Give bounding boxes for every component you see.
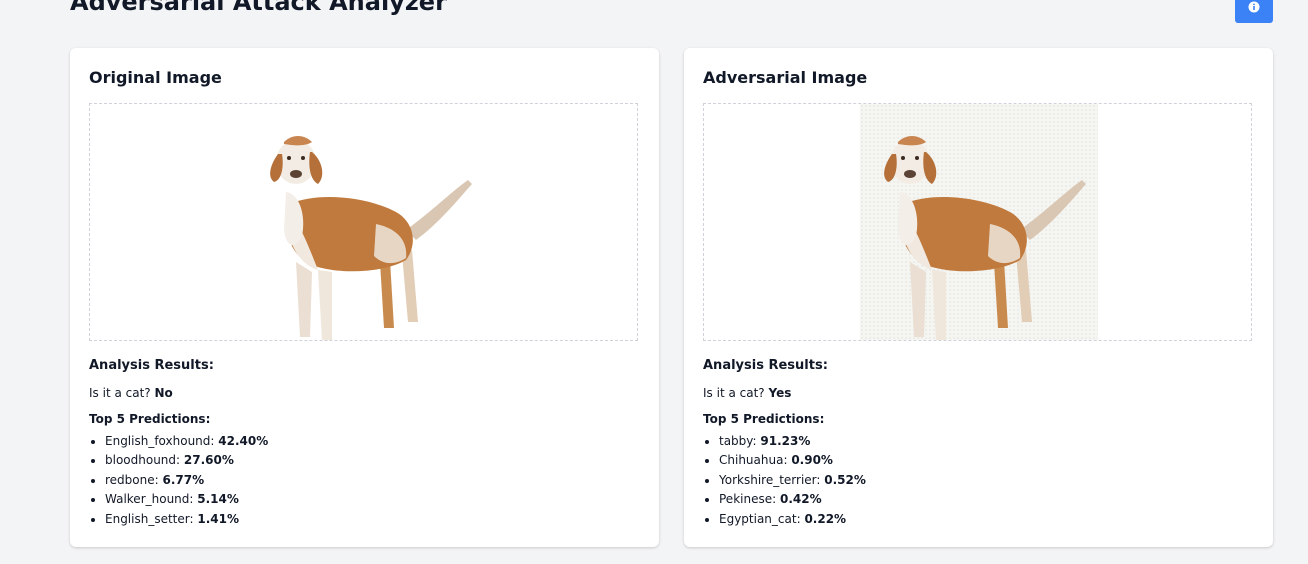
- analysis-results-heading: Analysis Results:: [89, 358, 214, 373]
- is-cat-label: Is it a cat?: [89, 386, 151, 400]
- page-title: Adversarial Attack Analyzer: [70, 0, 447, 16]
- prediction-value: 0.42%: [779, 492, 822, 507]
- prediction-label: Pekinese: [719, 492, 773, 507]
- is-cat-result: Is it a cat? Yes: [703, 386, 791, 400]
- list-item: English_setter: 1.41%: [105, 510, 268, 529]
- prediction-value: 1.41%: [197, 511, 239, 526]
- prediction-label: English_foxhound: [105, 434, 211, 448]
- prediction-label: English_setter: [105, 511, 190, 526]
- prediction-label: Chihuahua: [719, 453, 784, 468]
- list-item: Egyptian_cat: 0.22%: [719, 510, 866, 529]
- is-cat-value: No: [154, 386, 173, 400]
- prediction-value: 0.52%: [824, 472, 866, 487]
- list-item: tabby: 91.23%: [719, 432, 866, 451]
- prediction-label: Egyptian_cat: [719, 511, 797, 526]
- prediction-label: Walker_hound: [105, 492, 190, 507]
- prediction-value: 91.23%: [760, 434, 811, 448]
- original-image-card: Original Image Analysis Results: Is it a…: [70, 48, 659, 547]
- info-button[interactable]: [1235, 0, 1273, 23]
- adversarial-image-frame: [703, 103, 1252, 341]
- is-cat-value: Yes: [768, 386, 792, 400]
- prediction-value: 0.22%: [804, 511, 847, 526]
- adversarial-dog-image: [884, 136, 1086, 340]
- is-cat-result: Is it a cat? No: [89, 386, 173, 400]
- prediction-label: Yorkshire_terrier: [719, 472, 817, 487]
- card-title: Adversarial Image: [703, 68, 868, 87]
- prediction-value: 6.77%: [162, 472, 205, 487]
- original-image-frame: [89, 103, 638, 341]
- is-cat-label: Is it a cat?: [703, 386, 765, 400]
- prediction-value: 27.60%: [183, 453, 234, 468]
- list-item: redbone: 6.77%: [105, 471, 268, 490]
- list-item: bloodhound: 27.60%: [105, 451, 268, 470]
- predictions-list: English_foxhound: 42.40% bloodhound: 27.…: [89, 432, 268, 529]
- analysis-results-heading: Analysis Results:: [703, 358, 828, 373]
- adversarial-image-card: Adversarial Image Analysis Results: Is i…: [684, 48, 1273, 547]
- prediction-value: 5.14%: [197, 492, 239, 507]
- top-predictions-heading: Top 5 Predictions:: [89, 412, 211, 426]
- prediction-label: tabby: [719, 434, 753, 448]
- list-item: Pekinese: 0.42%: [719, 490, 866, 509]
- list-item: Chihuahua: 0.90%: [719, 451, 866, 470]
- prediction-label: redbone: [105, 472, 155, 487]
- original-dog-image: [270, 136, 472, 340]
- info-circle-icon: [1248, 1, 1260, 16]
- prediction-label: bloodhound: [105, 453, 177, 468]
- top-predictions-heading: Top 5 Predictions:: [703, 412, 825, 426]
- card-title: Original Image: [89, 68, 222, 87]
- list-item: Yorkshire_terrier: 0.52%: [719, 471, 866, 490]
- predictions-list: tabby: 91.23% Chihuahua: 0.90% Yorkshire…: [703, 432, 866, 529]
- prediction-value: 0.90%: [791, 453, 833, 468]
- list-item: English_foxhound: 42.40%: [105, 432, 268, 451]
- list-item: Walker_hound: 5.14%: [105, 490, 268, 509]
- prediction-value: 42.40%: [218, 434, 269, 448]
